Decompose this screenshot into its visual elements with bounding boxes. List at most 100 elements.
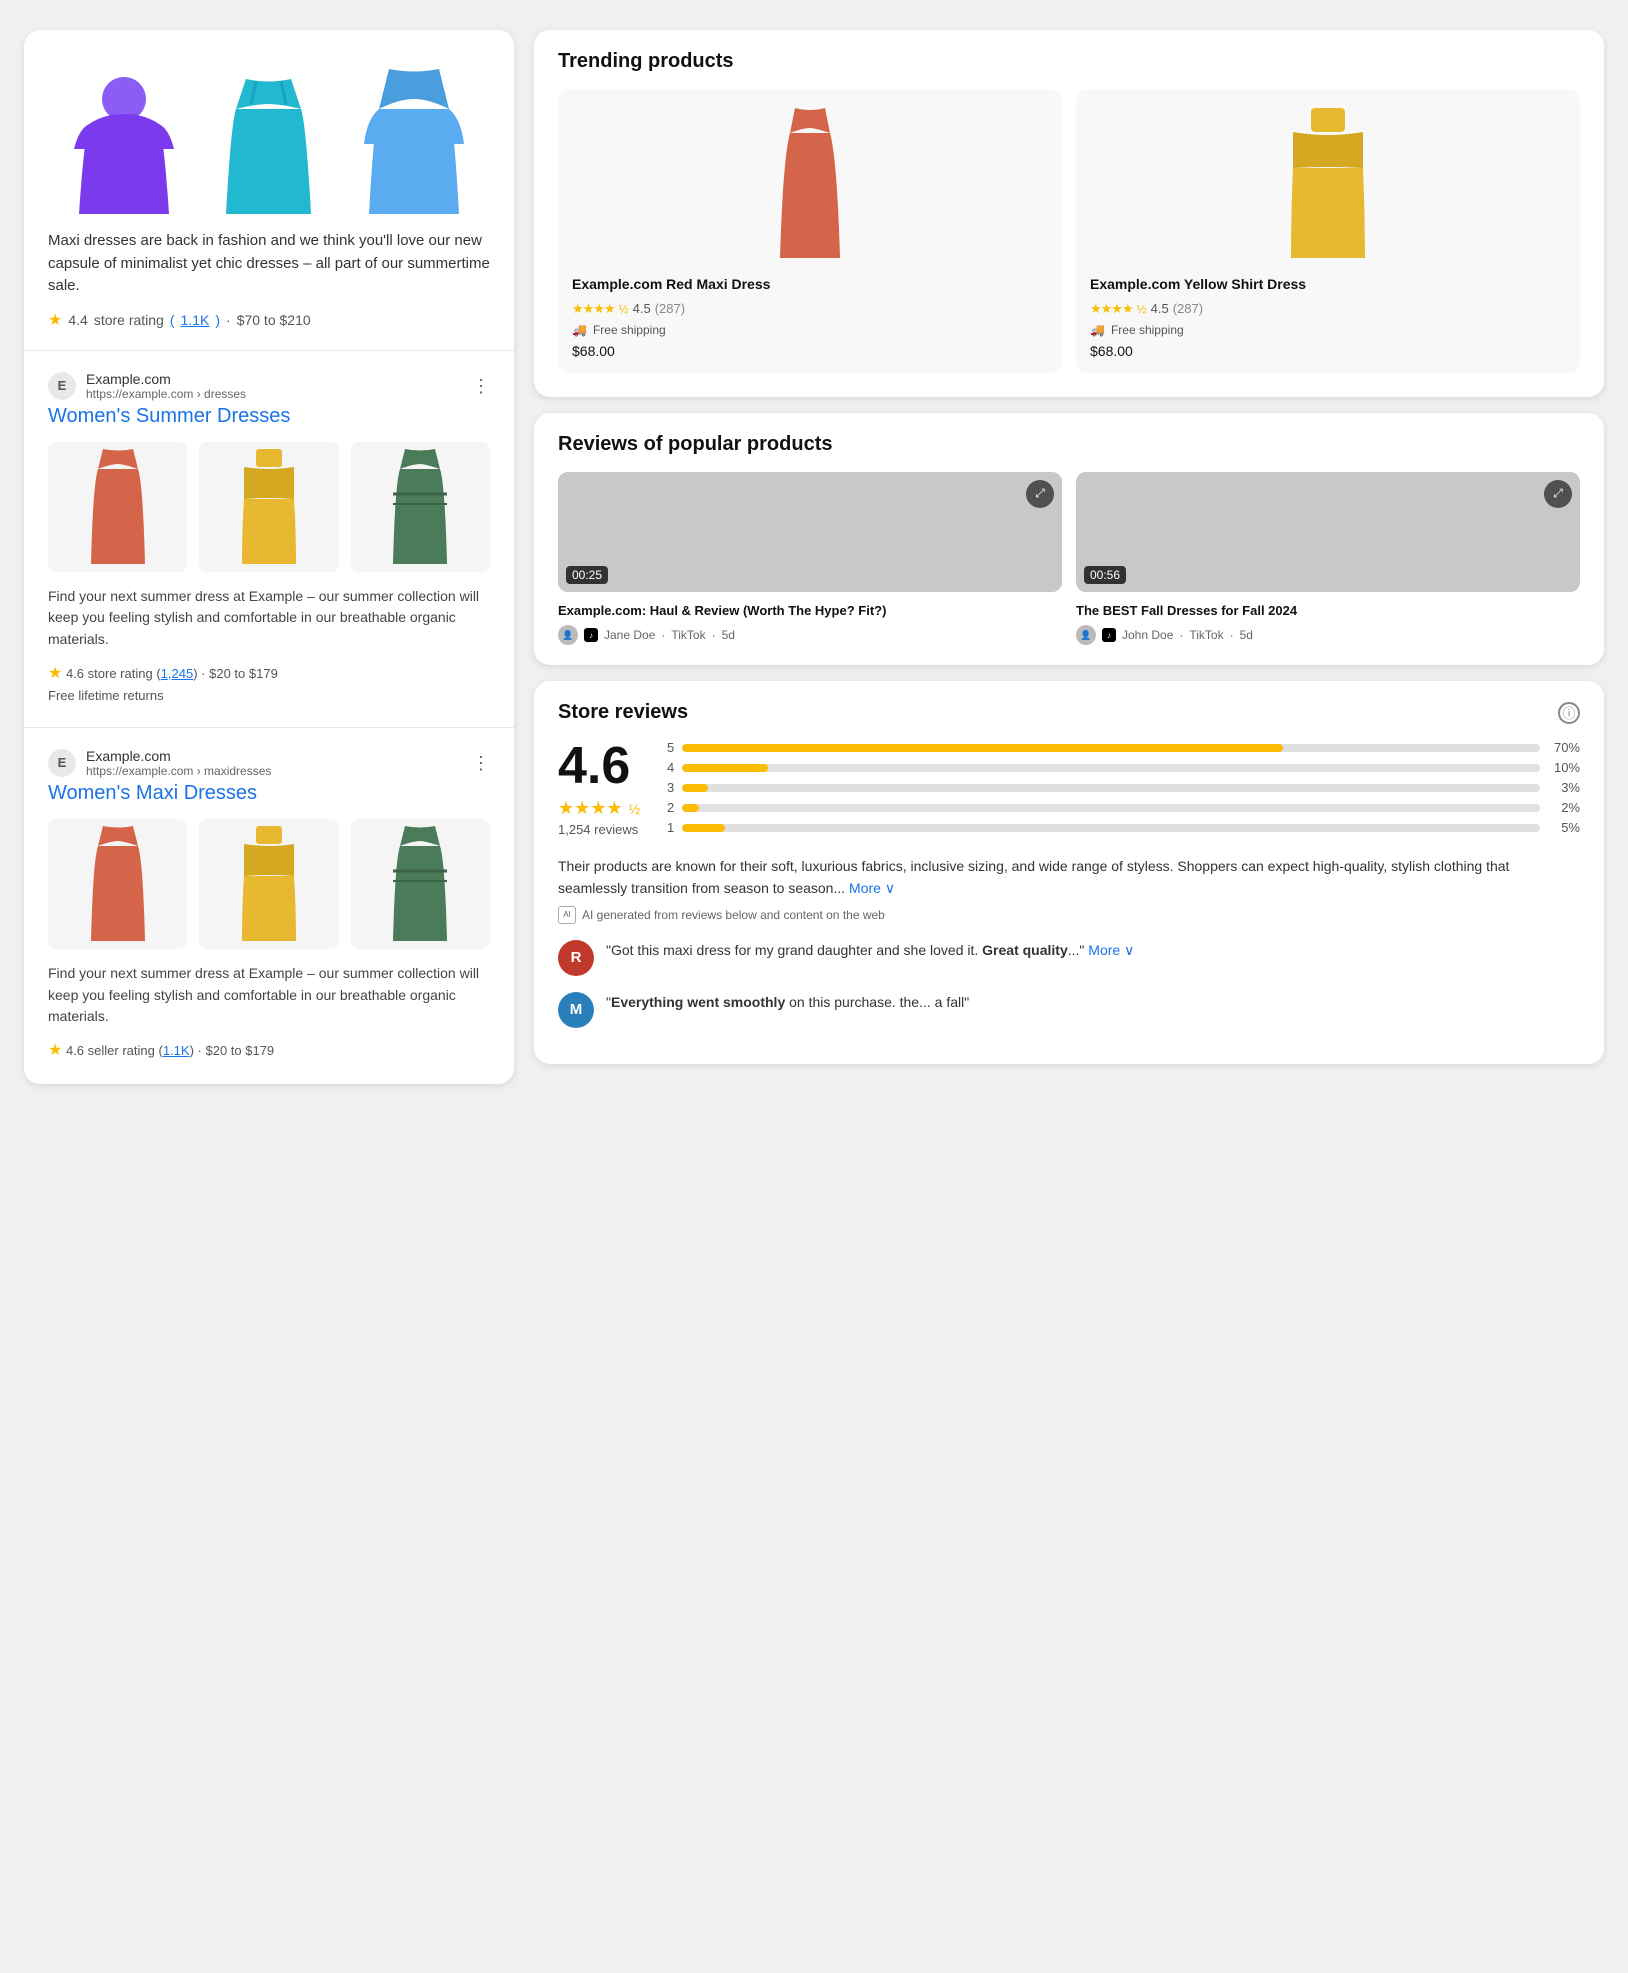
result2-rating-type: seller rating (88, 1043, 155, 1058)
expand-btn-1[interactable]: ⤢ (1026, 480, 1054, 508)
author-sep-2: · (1179, 628, 1183, 642)
author-avatar-1: 👤 (558, 625, 578, 645)
author-name-1: Jane Doe (604, 628, 655, 642)
shipping-text-1: Free shipping (593, 323, 666, 337)
bar-label-2: 2 (664, 800, 674, 815)
author-platform-2: TikTok (1189, 628, 1223, 642)
reviewer-avatar-2: M (558, 992, 594, 1028)
product-price-1: $68.00 (572, 343, 1048, 359)
reviews-video-card: Reviews of popular products ▶ 00:25 ⤢ (534, 413, 1604, 666)
bar-pct-3: 3% (1548, 780, 1580, 795)
hero-rating-label: store rating (94, 312, 164, 328)
product-images-1 (48, 442, 490, 572)
product-img-yellow-1 (199, 442, 338, 572)
hero-dress-row (48, 54, 490, 214)
video-thumbnail-2: ▶ 00:56 ⤢ (1076, 472, 1580, 592)
shipping-row-2: 🚚 Free shipping (1090, 323, 1566, 337)
stars-icon-2: ★★★★ (1090, 301, 1133, 317)
store-reviews-header: Store reviews ⓘ (558, 701, 1580, 724)
result-card-2: E Example.com https://example.com › maxi… (24, 728, 514, 1084)
bar-label-1: 1 (664, 820, 674, 835)
product-card-2[interactable]: Example.com Yellow Shirt Dress ★★★★½ 4.5… (1076, 89, 1580, 373)
half-star-2: ½ (1137, 302, 1147, 316)
tiktok-icon-1: ♪ (584, 628, 598, 642)
hero-rating-link-close[interactable]: ) (215, 312, 220, 328)
site-name-2: Example.com (86, 748, 271, 764)
stars-icon-1: ★★★★ (572, 301, 615, 317)
product-card-name-1: Example.com Red Maxi Dress (572, 275, 1048, 295)
big-rating: 4.6 (558, 740, 640, 792)
hero-rating-count[interactable]: 1.1K (181, 312, 210, 328)
hero-rating-row: ★ 4.4 store rating (1.1K) · $70 to $210 (48, 310, 490, 330)
half-star-1: ½ (619, 302, 629, 316)
product-card-1[interactable]: Example.com Red Maxi Dress ★★★★½ 4.5 (28… (558, 89, 1062, 373)
bar-row-3: 3 3% (664, 780, 1580, 795)
truck-icon-2: 🚚 (1090, 323, 1105, 337)
bar-pct-4: 10% (1548, 760, 1580, 775)
bar-label-4: 4 (664, 760, 674, 775)
review-count: 1,254 reviews (558, 822, 640, 837)
review-item-1: R "Got this maxi dress for my grand daug… (558, 940, 1580, 976)
expand-btn-2[interactable]: ⤢ (1544, 480, 1572, 508)
review-text-1: "Got this maxi dress for my grand daught… (606, 940, 1134, 976)
ai-label: AI AI generated from reviews below and c… (558, 906, 1580, 924)
overall-stars: ★★★★½ (558, 798, 640, 819)
bar-pct-1: 5% (1548, 820, 1580, 835)
hero-description: Maxi dresses are back in fashion and we … (48, 230, 490, 298)
bar-track-2 (682, 804, 1540, 812)
video-card-1[interactable]: ▶ 00:25 ⤢ Example.com: Haul & Review (Wo… (558, 472, 1062, 646)
bar-label-5: 5 (664, 740, 674, 755)
menu-dots-2[interactable]: ⋮ (472, 754, 490, 772)
review-bold-1: Great quality (982, 942, 1068, 958)
menu-dots-1[interactable]: ⋮ (472, 377, 490, 395)
result-card-1: E Example.com https://example.com › dres… (24, 351, 514, 728)
rating-breakdown: 5 70% 4 10% 3 (664, 740, 1580, 840)
store-reviews-title: Store reviews (558, 701, 688, 724)
result1-rating-link[interactable]: 1,245 (161, 666, 194, 681)
videos-row: ▶ 00:25 ⤢ Example.com: Haul & Review (Wo… (558, 472, 1580, 646)
bar-fill-3 (682, 784, 708, 792)
result-title-2[interactable]: Women's Maxi Dresses (48, 782, 490, 805)
right-panel: Trending products Example.com Red Maxi D… (534, 30, 1604, 1084)
result1-price: $20 to $179 (209, 666, 278, 681)
author-name-2: John Doe (1122, 628, 1173, 642)
reviews-summary: 4.6 ★★★★½ 1,254 reviews 5 70% (558, 740, 1580, 840)
hero-rating-link[interactable]: ( (170, 312, 175, 328)
product-img-yellow-2 (199, 819, 338, 949)
overall-stars-icon: ★★★★ (558, 798, 623, 819)
hero-section: Maxi dresses are back in fashion and we … (24, 30, 514, 351)
rating-count-2: (287) (1173, 301, 1203, 316)
bar-fill-1 (682, 824, 725, 832)
bar-track-4 (682, 764, 1540, 772)
trending-card: Trending products Example.com Red Maxi D… (534, 30, 1604, 397)
product-images-2 (48, 819, 490, 949)
info-icon[interactable]: ⓘ (1558, 702, 1580, 724)
result1-rating-label: store rating (88, 666, 157, 681)
product-img-trending-1 (572, 103, 1048, 263)
video-author-2: 👤 ♪ John Doe · TikTok · 5d (1076, 625, 1580, 645)
shipping-row-1: 🚚 Free shipping (572, 323, 1048, 337)
review-more-1[interactable]: More ∨ (1088, 942, 1134, 958)
teal-dress-icon (221, 79, 316, 214)
video-card-2[interactable]: ▶ 00:56 ⤢ The BEST Fall Dresses for Fall… (1076, 472, 1580, 646)
ai-more-link[interactable]: More ∨ (849, 880, 895, 896)
bar-pct-2: 2% (1548, 800, 1580, 815)
time-ago-2: 5d (1240, 628, 1253, 642)
review-bold-2: Everything went smoothly (611, 994, 785, 1010)
bar-track-1 (682, 824, 1540, 832)
result1-star: ★ (48, 665, 62, 682)
time-ago-1: 5d (722, 628, 735, 642)
result-meta-2: ★ 4.6 seller rating (1.1K) · $20 to $179 (48, 1038, 490, 1064)
left-panel: Maxi dresses are back in fashion and we … (24, 30, 514, 1084)
bar-track-5 (682, 744, 1540, 752)
ai-label-text: AI generated from reviews below and cont… (582, 908, 885, 922)
video-thumbnail-1: ▶ 00:25 ⤢ (558, 472, 1062, 592)
product-card-rating-1: ★★★★½ 4.5 (287) (572, 301, 1048, 317)
bar-pct-5: 70% (1548, 740, 1580, 755)
site-url-1: https://example.com › dresses (86, 387, 246, 401)
result2-star: ★ (48, 1042, 62, 1059)
product-img-green-2 (351, 819, 490, 949)
result-title-1[interactable]: Women's Summer Dresses (48, 405, 490, 428)
product-img-red-1 (48, 442, 187, 572)
result2-rating-link[interactable]: 1.1K (163, 1043, 190, 1058)
